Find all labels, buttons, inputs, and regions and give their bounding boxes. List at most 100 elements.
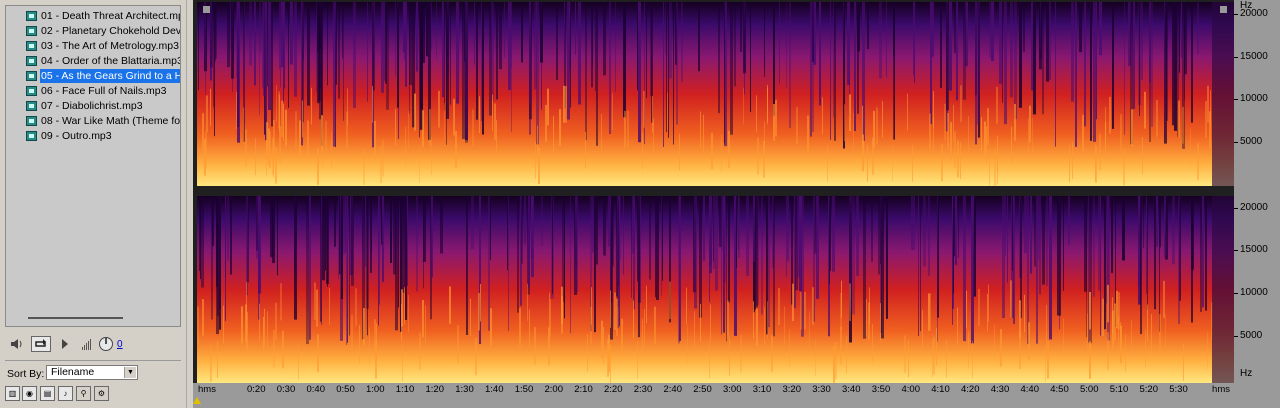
time-tick-label: 3:50 — [871, 384, 891, 395]
file-item[interactable]: 06 - Face Full of Nails.mp3 — [26, 84, 180, 98]
time-tick-label: 1:50 — [514, 384, 534, 395]
time-tick-label: 1:20 — [425, 384, 445, 395]
sort-by-select[interactable]: Filename ▼ — [46, 365, 138, 380]
time-tick-label: 4:30 — [990, 384, 1010, 395]
file-item[interactable]: 08 - War Like Math (Theme for a — [26, 114, 181, 128]
file-item[interactable]: 03 - The Art of Metrology.mp3 — [26, 39, 180, 53]
hz-tick — [1234, 57, 1238, 58]
time-tick-label: 0:20 — [247, 384, 266, 395]
player-controls: 0 — [5, 332, 181, 356]
stereo-view-button[interactable]: ▤ — [40, 386, 55, 401]
hz-tick-label: 10000 — [1240, 93, 1268, 104]
speaker-icon[interactable] — [9, 336, 25, 352]
time-tick-label: 4:20 — [961, 384, 980, 395]
play-icon[interactable] — [60, 336, 70, 352]
file-item-label: 09 - Outro.mp3 — [41, 130, 112, 142]
settings-button[interactable]: ⚙ — [94, 386, 109, 401]
spectrogram-view-button[interactable]: ▥ — [5, 386, 20, 401]
time-tick-label: 4:00 — [901, 384, 921, 395]
hz-tick — [1234, 99, 1238, 100]
time-tick-label: 4:40 — [1020, 384, 1040, 395]
file-item-label: 02 - Planetary Chokehold Device — [41, 25, 181, 37]
hz-tick-label: 20000 — [1240, 202, 1268, 213]
file-list[interactable]: 01 - Death Threat Architect.mp3 02 - Pla… — [5, 5, 181, 327]
file-browser-panel: 01 - Death Threat Architect.mp3 02 - Pla… — [0, 0, 186, 408]
volume-knob-icon[interactable] — [98, 336, 114, 352]
time-tick-label: 1:00 — [366, 384, 385, 395]
audio-file-icon — [26, 41, 37, 51]
spectrogram-view[interactable] — [193, 0, 1234, 408]
hz-tick-label: 5000 — [1240, 330, 1263, 341]
zoom-button[interactable]: ⚲ — [76, 386, 91, 401]
file-item[interactable]: 01 - Death Threat Architect.mp3 — [26, 9, 181, 23]
volume-bars-icon — [82, 339, 91, 350]
time-tick-label: 2:30 — [633, 384, 653, 395]
file-item-label: 07 - Diabolichrist.mp3 — [41, 100, 143, 112]
time-tick-label: 4:50 — [1050, 384, 1069, 395]
time-tick-label: 4:10 — [931, 384, 950, 395]
time-unit-label: hms — [1212, 384, 1230, 395]
chevron-down-icon[interactable]: ▼ — [124, 367, 136, 378]
waveform-view-button[interactable]: ◉ — [22, 386, 37, 401]
playhead-marker[interactable] — [193, 397, 201, 404]
file-item-label: 01 - Death Threat Architect.mp3 — [41, 10, 181, 22]
time-tick-label: 3:40 — [842, 384, 861, 395]
time-tick-label: 2:20 — [604, 384, 623, 395]
hz-tick-label: 15000 — [1240, 51, 1268, 62]
hz-tick — [1234, 250, 1238, 251]
audio-file-icon — [26, 11, 37, 21]
time-tick-label: 2:50 — [693, 384, 712, 395]
file-item[interactable]: 04 - Order of the Blattaria.mp3 — [26, 54, 181, 68]
spectrogram-right-image — [197, 196, 1234, 383]
time-tick-label: 1:10 — [395, 384, 415, 395]
hz-tick — [1234, 208, 1238, 209]
time-tick-label: 3:10 — [752, 384, 772, 395]
file-item[interactable]: 07 - Diabolichrist.mp3 — [26, 99, 180, 113]
file-item-label: 03 - The Art of Metrology.mp3 — [41, 40, 179, 52]
audio-file-icon — [26, 101, 37, 111]
time-tick-label: 5:30 — [1169, 384, 1188, 395]
time-tick-label: 0:30 — [276, 384, 296, 395]
time-tick-label: 2:40 — [663, 384, 683, 395]
volume-value[interactable]: 0 — [117, 339, 123, 350]
hz-tick-label: 20000 — [1240, 8, 1268, 19]
time-tick-label: 0:40 — [306, 384, 326, 395]
time-tick-label: 5:00 — [1080, 384, 1099, 395]
time-tick-label: 2:00 — [544, 384, 564, 395]
hz-tick-label: 5000 — [1240, 136, 1263, 147]
horizontal-scrollbar[interactable] — [28, 317, 123, 319]
audio-file-icon — [26, 56, 37, 66]
file-item-label: 08 - War Like Math (Theme for a — [41, 115, 181, 127]
time-tick-label: 3:00 — [723, 384, 742, 395]
audio-file-icon — [26, 131, 37, 141]
hz-tick-label: 15000 — [1240, 244, 1268, 255]
file-item-label: 04 - Order of the Blattaria.mp3 — [41, 55, 181, 67]
spectrogram-left-channel[interactable] — [197, 2, 1234, 186]
sort-by-value: Filename — [51, 366, 95, 378]
audio-file-icon — [26, 71, 37, 81]
time-unit-label: hms — [198, 384, 216, 395]
panel-splitter[interactable] — [186, 0, 193, 408]
audio-file-icon — [26, 116, 37, 126]
file-item[interactable]: 09 - Outro.mp3 — [26, 129, 180, 143]
time-tick-label: 5:10 — [1109, 384, 1129, 395]
time-tick-label: 0:50 — [336, 384, 355, 395]
file-item-selected[interactable]: 05 - As the Gears Grind to a Halt — [26, 69, 180, 83]
divider — [5, 360, 181, 361]
spectrogram-right-channel[interactable] — [197, 196, 1234, 383]
hz-tick — [1234, 142, 1238, 143]
time-axis[interactable]: hms 0:20 0:30 0:40 0:50 1:00 1:10 1:20 1:30 1:40… — [193, 383, 1234, 408]
sort-by-label: Sort By: — [7, 368, 45, 380]
time-tick-label: 3:20 — [782, 384, 802, 395]
time-tick-label: 3:30 — [812, 384, 831, 395]
file-item-label: 06 - Face Full of Nails.mp3 — [41, 85, 167, 97]
time-tick-label: 2:10 — [574, 384, 593, 395]
time-tick-label: 5:20 — [1139, 384, 1159, 395]
music-note-button[interactable]: ♪ — [58, 386, 73, 401]
loop-button[interactable] — [31, 336, 51, 352]
audio-file-icon — [26, 26, 37, 36]
hz-tick — [1234, 293, 1238, 294]
file-item[interactable]: 02 - Planetary Chokehold Device — [26, 24, 181, 38]
frequency-axis: Hz 20000 15000 10000 5000 20000 15000 10… — [1234, 0, 1280, 408]
file-item-label: 05 - As the Gears Grind to a Halt — [40, 69, 180, 83]
